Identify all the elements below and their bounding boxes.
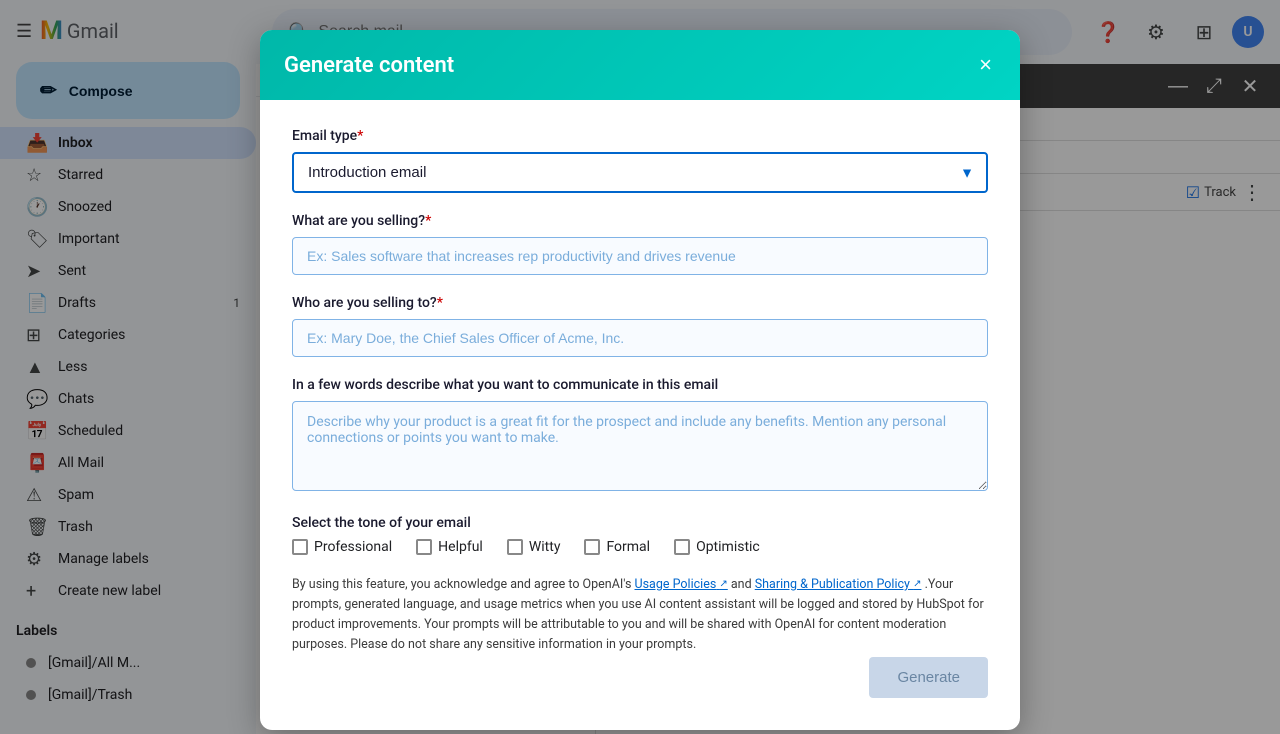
selling-to-label: Who are you selling to?* <box>292 295 988 311</box>
helpful-label: Helpful <box>438 539 483 555</box>
formal-checkbox[interactable] <box>584 539 600 555</box>
modal-overlay: Generate content × Email type* Introduct… <box>0 0 1280 734</box>
generate-content-modal: Generate content × Email type* Introduct… <box>260 30 1020 730</box>
witty-label: Witty <box>529 539 561 555</box>
generate-button[interactable]: Generate <box>869 657 988 698</box>
selling-group: What are you selling?* <box>292 213 988 275</box>
tone-formal[interactable]: Formal <box>584 539 650 555</box>
modal-footer: Generate <box>260 657 1020 730</box>
footer-text-1: By using this feature, you acknowledge a… <box>292 577 635 592</box>
witty-checkbox[interactable] <box>507 539 523 555</box>
email-type-select-wrapper: Introduction email Follow-up email Cold … <box>292 152 988 193</box>
modal-close-button[interactable]: × <box>975 50 996 80</box>
communicate-label: In a few words describe what you want to… <box>292 377 988 393</box>
usage-policies-external-icon: ↗ <box>719 579 727 590</box>
footer-text-2: and <box>728 577 755 592</box>
communicate-textarea[interactable] <box>292 401 988 491</box>
selling-label: What are you selling?* <box>292 213 988 229</box>
email-type-group: Email type* Introduction email Follow-up… <box>292 128 988 193</box>
email-type-select[interactable]: Introduction email Follow-up email Cold … <box>292 152 988 193</box>
tone-checkbox-group: Professional Helpful Witty Formal <box>292 539 988 555</box>
tone-optimistic[interactable]: Optimistic <box>674 539 760 555</box>
helpful-checkbox[interactable] <box>416 539 432 555</box>
professional-checkbox[interactable] <box>292 539 308 555</box>
selling-to-input[interactable] <box>292 319 988 357</box>
modal-header: Generate content × <box>260 30 1020 100</box>
professional-label: Professional <box>314 539 392 555</box>
selling-input[interactable] <box>292 237 988 275</box>
modal-body: Email type* Introduction email Follow-up… <box>260 100 1020 657</box>
sharing-policy-link[interactable]: Sharing & Publication Policy ↗ <box>755 577 922 592</box>
usage-policies-link[interactable]: Usage Policies ↗ <box>635 577 728 592</box>
formal-label: Formal <box>606 539 650 555</box>
modal-title: Generate content <box>284 53 454 78</box>
tone-professional[interactable]: Professional <box>292 539 392 555</box>
tone-witty[interactable]: Witty <box>507 539 561 555</box>
communicate-group: In a few words describe what you want to… <box>292 377 988 495</box>
tone-group: Select the tone of your email Profession… <box>292 515 988 555</box>
tone-helpful[interactable]: Helpful <box>416 539 483 555</box>
footer-text: By using this feature, you acknowledge a… <box>292 575 988 655</box>
selling-to-group: Who are you selling to?* <box>292 295 988 357</box>
email-type-label: Email type* <box>292 128 988 144</box>
optimistic-label: Optimistic <box>696 539 760 555</box>
optimistic-checkbox[interactable] <box>674 539 690 555</box>
tone-label: Select the tone of your email <box>292 515 988 531</box>
